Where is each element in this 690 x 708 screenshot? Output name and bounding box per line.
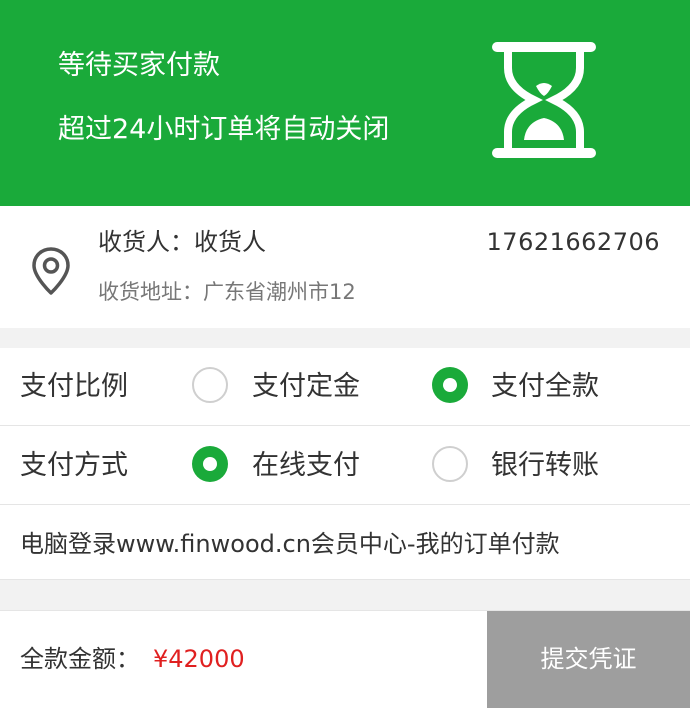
shipping-address: 收货地址：广东省潮州市12: [98, 280, 356, 304]
payment-method-label: 支付方式: [20, 450, 128, 481]
payment-info-row: 电脑登录www.finwood.cn会员中心-我的订单付款: [0, 506, 690, 580]
order-status-text: 等待买家付款: [58, 50, 220, 81]
order-payment-page: 等待买家付款 超过24小时订单将自动关闭 收货人：收货人 17621662706…: [0, 0, 690, 708]
deposit-radio[interactable]: [192, 367, 228, 403]
submit-voucher-button[interactable]: 提交凭证: [487, 611, 690, 708]
consignee-name: 收货人：收货人: [98, 228, 266, 256]
location-pin-icon: [32, 247, 70, 295]
full-payment-option-label[interactable]: 支付全款: [491, 367, 599, 407]
bank-transfer-radio[interactable]: [432, 446, 468, 482]
deposit-option-label[interactable]: 支付定金: [252, 367, 360, 407]
checkout-bar: 全款金额： ¥42000 提交凭证: [0, 610, 690, 708]
order-status-banner: 等待买家付款 超过24小时订单将自动关闭: [0, 0, 690, 206]
hourglass-icon: [492, 42, 596, 158]
bank-transfer-option-label[interactable]: 银行转账: [491, 446, 599, 486]
full-payment-radio[interactable]: [432, 367, 468, 403]
auto-close-notice: 超过24小时订单将自动关闭: [58, 114, 390, 145]
total-amount-label: 全款金额：: [20, 645, 140, 673]
consignee-phone: 17621662706: [486, 228, 660, 256]
payment-ratio-row: 支付比例 支付定金 支付全款: [0, 348, 690, 426]
shipping-address-card[interactable]: 收货人：收货人 17621662706 收货地址：广东省潮州市12: [0, 206, 690, 328]
payment-options: 支付比例 支付定金 支付全款 支付方式 在线支付 银行转账 电脑登录www.fi…: [0, 348, 690, 580]
online-payment-option-label[interactable]: 在线支付: [252, 446, 360, 486]
payment-method-row: 支付方式 在线支付 银行转账: [0, 427, 690, 505]
payment-ratio-label: 支付比例: [20, 371, 128, 402]
payment-instructions: 电脑登录www.finwood.cn会员中心-我的订单付款: [20, 530, 560, 558]
online-payment-radio[interactable]: [192, 446, 228, 482]
total-amount-value: ¥42000: [153, 645, 245, 673]
